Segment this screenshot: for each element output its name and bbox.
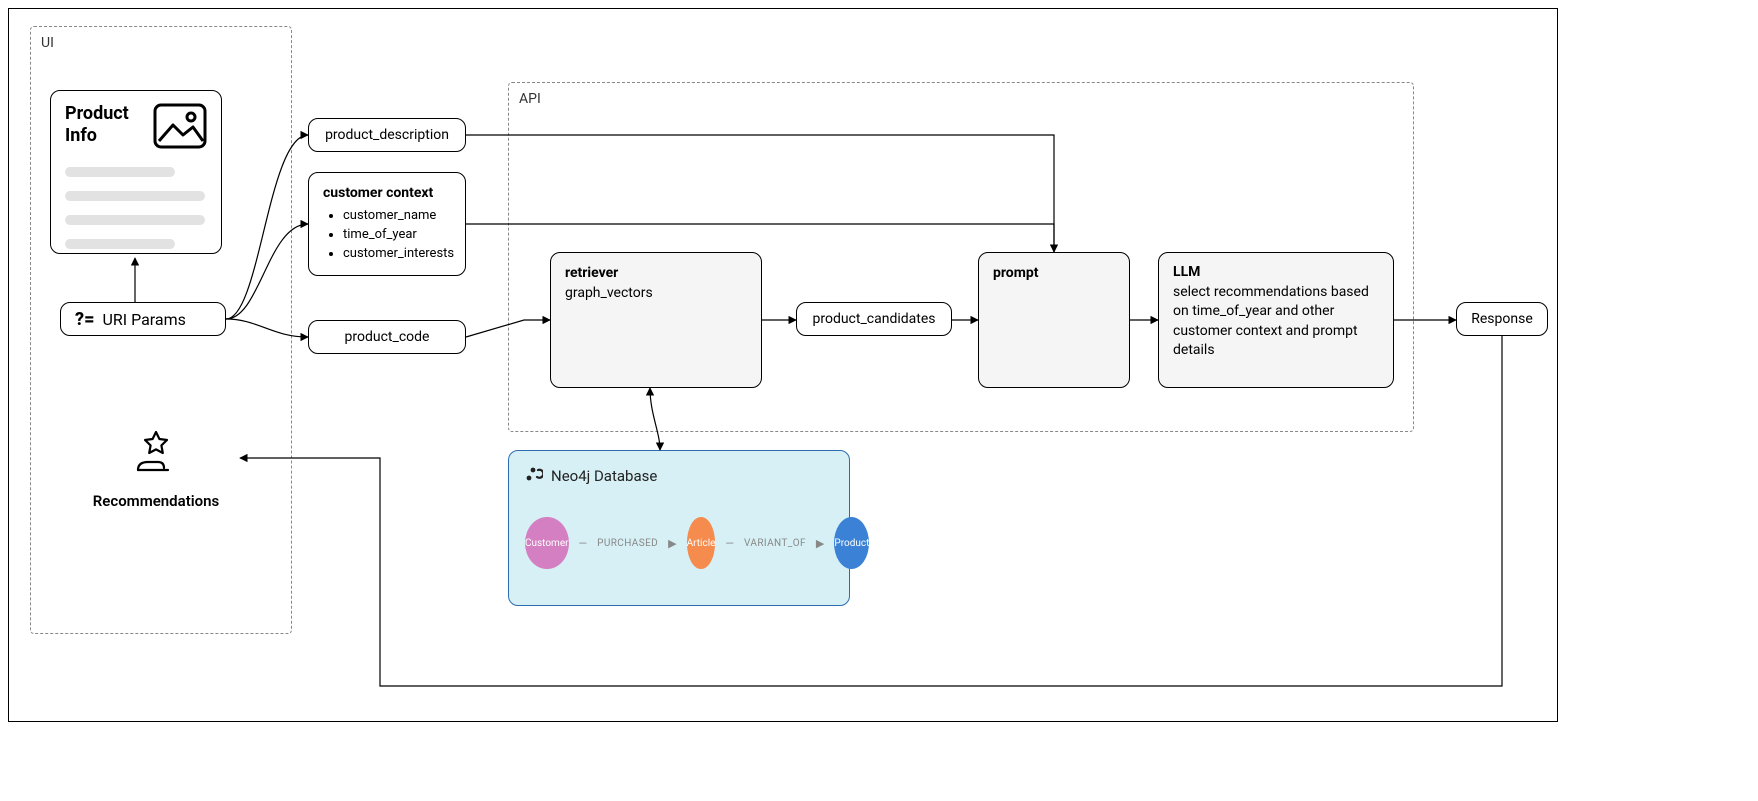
- product-info-title: Product Info: [65, 103, 129, 146]
- retriever-title: retriever: [565, 263, 747, 283]
- diagram-canvas: UI Product Info ?= URI Params product_de…: [0, 0, 1758, 801]
- ctx-item: customer_name: [343, 207, 451, 226]
- uri-params-glyph: ?=: [75, 309, 95, 330]
- param-product-code-label: product_code: [345, 329, 430, 345]
- mini-arrow-icon: ▶: [816, 537, 824, 550]
- param-product-code: product_code: [308, 320, 466, 354]
- retriever-subtitle: graph_vectors: [565, 285, 653, 301]
- graph-rel-purchased: PURCHASED: [597, 538, 658, 549]
- graph-node-customer: Customer: [525, 517, 569, 569]
- image-icon: [153, 103, 207, 153]
- llm-subtitle: select recommendations based on time_of_…: [1173, 284, 1369, 359]
- uri-params-node: ?= URI Params: [60, 302, 226, 336]
- recommendations-output: Recommendations: [76, 430, 236, 510]
- graph-node-article: Article: [687, 517, 716, 569]
- ctx-item: time_of_year: [343, 226, 451, 245]
- llm-title: LLM: [1173, 263, 1379, 283]
- neo4j-logo-icon: [525, 465, 543, 487]
- param-product-description-label: product_description: [325, 127, 449, 143]
- skeleton-line: [65, 167, 175, 177]
- neo4j-title-label: Neo4j Database: [551, 467, 657, 485]
- mini-line: —: [579, 537, 588, 550]
- skeleton-line: [65, 191, 205, 201]
- node-prompt: prompt: [978, 252, 1130, 388]
- neo4j-graph-row: Customer — PURCHASED ▶ Article — VARIANT…: [525, 517, 833, 569]
- recommendations-label: Recommendations: [93, 492, 219, 510]
- response-label: Response: [1471, 311, 1533, 327]
- node-response: Response: [1456, 302, 1548, 336]
- ctx-item: customer_interests: [343, 245, 451, 264]
- uri-params-label: URI Params: [103, 310, 186, 329]
- skeleton-line: [65, 239, 175, 249]
- node-product-candidates: product_candidates: [796, 302, 952, 336]
- skeleton-line: [65, 215, 205, 225]
- neo4j-database: Neo4j Database Customer — PURCHASED ▶ Ar…: [508, 450, 850, 606]
- param-customer-context: customer context customer_name time_of_y…: [308, 172, 466, 276]
- mini-arrow-icon: ▶: [668, 537, 676, 550]
- group-ui-label: UI: [41, 35, 54, 51]
- product-info-card: Product Info: [50, 90, 222, 254]
- recommendation-icon: [132, 468, 180, 486]
- mini-line: —: [725, 537, 734, 550]
- product-candidates-label: product_candidates: [812, 311, 935, 327]
- param-customer-context-title: customer context: [323, 183, 451, 203]
- node-llm: LLM select recommendations based on time…: [1158, 252, 1394, 388]
- graph-rel-variantof: VARIANT_OF: [744, 538, 806, 549]
- node-retriever: retriever graph_vectors: [550, 252, 762, 388]
- group-api-label: API: [519, 91, 541, 107]
- prompt-title: prompt: [993, 263, 1115, 283]
- param-product-description: product_description: [308, 118, 466, 152]
